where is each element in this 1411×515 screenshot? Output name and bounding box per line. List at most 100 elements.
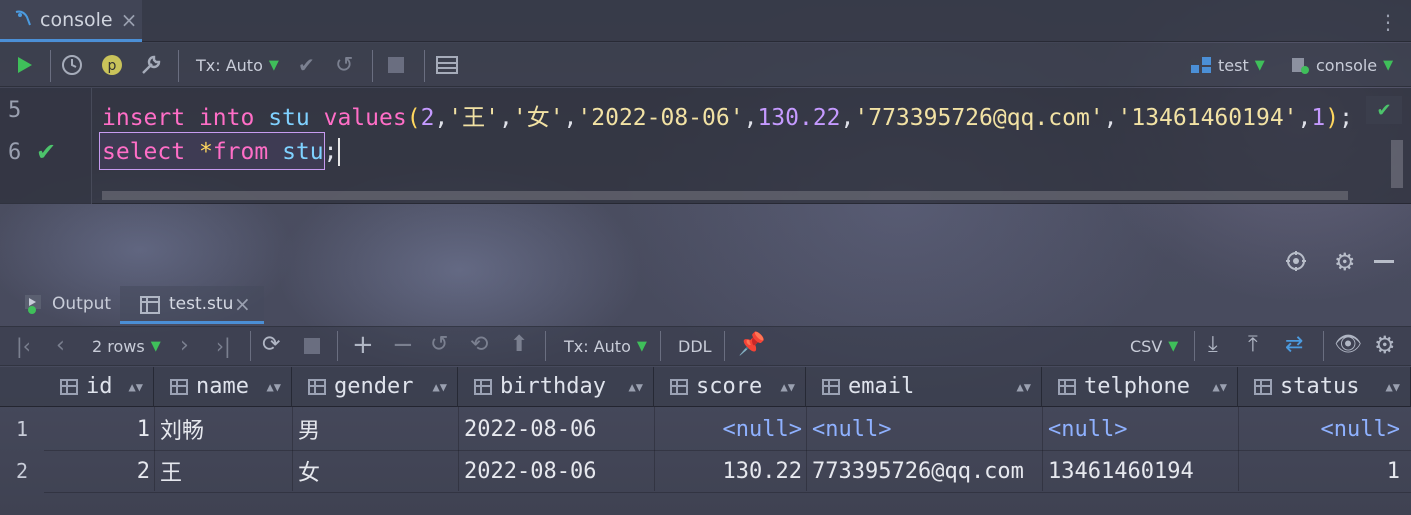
ddl-button[interactable]: DDL — [678, 337, 712, 356]
tab-close-icon[interactable]: × — [234, 292, 251, 316]
last-page-icon[interactable]: ›| — [216, 334, 231, 358]
cell-telphone[interactable]: <null> — [1048, 408, 1234, 450]
cell-name[interactable]: 刘畅 — [160, 408, 288, 450]
cell-birthday[interactable]: 2022-08-06 — [464, 450, 650, 492]
undo-icon: ↺ — [335, 52, 354, 78]
sort-icon[interactable]: ▲▼ — [129, 380, 143, 394]
stop-icon[interactable] — [304, 338, 320, 354]
grid-corner[interactable] — [0, 367, 44, 407]
row-count-dropdown[interactable]: 2 rows ▼ — [92, 337, 161, 356]
wrench-icon — [142, 55, 161, 74]
code-token: , — [563, 105, 578, 131]
submit-icon[interactable]: ⬆ — [510, 332, 528, 357]
tx-mode-dropdown[interactable]: Tx: Auto ▼ — [564, 337, 647, 356]
compare-icon[interactable]: ⇄ — [1285, 332, 1303, 357]
first-page-icon[interactable]: |‹ — [16, 334, 31, 358]
pin-icon[interactable]: 📌 — [738, 332, 765, 357]
session-dropdown[interactable]: console ▼ — [1290, 43, 1393, 87]
sort-icon[interactable]: ▲▼ — [1213, 380, 1227, 394]
cell-telphone[interactable]: 13461460194 — [1048, 450, 1234, 492]
datasource-dropdown[interactable]: test ▼ — [1190, 43, 1265, 87]
column-icon — [670, 378, 688, 395]
settings-button[interactable] — [140, 43, 162, 87]
tab-result-label: test.stu — [169, 294, 234, 314]
sort-icon[interactable]: ▲▼ — [629, 380, 643, 394]
gear-icon[interactable]: ⚙ — [1334, 248, 1356, 276]
cell-score[interactable]: <null> — [654, 408, 802, 450]
tab-console[interactable]: console × — [0, 0, 142, 42]
column-header-telphone[interactable]: telphone ▲▼ — [1042, 367, 1238, 407]
code-token: into — [198, 105, 255, 131]
cell-id[interactable]: 1 — [44, 408, 150, 450]
more-options-icon[interactable]: ⋮ — [1378, 10, 1398, 34]
tx-mode-label: Tx: Auto — [196, 55, 263, 75]
target-icon[interactable] — [1285, 250, 1307, 276]
toolbar-separator — [1323, 331, 1324, 361]
commit-button[interactable]: ✔ — [298, 43, 315, 87]
code-token: ; — [1339, 105, 1353, 131]
sort-icon[interactable]: ▲▼ — [781, 380, 795, 394]
cell-id[interactable]: 2 — [44, 450, 150, 492]
column-divider — [806, 407, 807, 491]
code-line-5[interactable]: insert into stu values(2,'王','女','2022-0… — [102, 98, 1353, 132]
execute-button[interactable] — [14, 43, 34, 87]
column-header-birthday[interactable]: birthday ▲▼ — [458, 367, 654, 407]
sort-icon[interactable]: ▲▼ — [1386, 380, 1400, 394]
stop-button[interactable] — [388, 43, 404, 87]
toolbar-separator — [178, 50, 179, 82]
code-token: stu — [282, 139, 324, 165]
cell-birthday[interactable]: 2022-08-06 — [464, 408, 650, 450]
column-header-gender[interactable]: gender ▲▼ — [292, 367, 458, 407]
code-token: ) — [1325, 105, 1340, 131]
download-icon[interactable]: ⤓ — [1208, 332, 1218, 357]
cell-name[interactable]: 王 — [160, 450, 288, 492]
column-title: birthday — [500, 374, 606, 399]
eye-icon[interactable]: 👁 — [1334, 332, 1362, 357]
tab-output[interactable]: Output — [52, 294, 111, 314]
cell-email[interactable]: <null> — [812, 408, 1038, 450]
column-header-email[interactable]: email ▲▼ — [806, 367, 1042, 407]
upload-icon[interactable]: ⤒ — [1248, 332, 1258, 357]
row-number[interactable]: 2 — [0, 450, 44, 492]
column-header-name[interactable]: name ▲▼ — [154, 367, 292, 407]
rollback-button[interactable]: ↺ — [335, 43, 353, 87]
refresh-icon[interactable]: ⟳ — [262, 332, 280, 357]
sort-icon[interactable]: ▲▼ — [433, 380, 447, 394]
add-row-icon[interactable]: + — [352, 330, 374, 360]
cell-score[interactable]: 130.22 — [654, 450, 802, 492]
gear-icon[interactable]: ⚙ — [1374, 331, 1396, 359]
sort-icon[interactable]: ▲▼ — [267, 380, 281, 394]
cell-gender[interactable]: 男 — [298, 408, 454, 450]
column-header-status[interactable]: status ▲▼ — [1238, 367, 1411, 407]
cell-gender[interactable]: 女 — [298, 450, 454, 492]
history-button[interactable] — [61, 43, 83, 87]
minimize-icon[interactable] — [1374, 260, 1394, 263]
prev-page-icon[interactable]: ‹ — [56, 333, 65, 358]
tab-close-icon[interactable]: × — [121, 8, 138, 32]
code-line-6[interactable]: select *from stu; — [102, 139, 337, 165]
cell-status[interactable]: 1 — [1238, 450, 1400, 492]
success-check-icon: ✔ — [36, 138, 57, 166]
line-number: 5 — [8, 98, 22, 123]
delete-row-icon[interactable]: − — [392, 330, 414, 360]
inspection-ok-icon[interactable]: ✔ — [1366, 96, 1402, 124]
revert-icon[interactable]: ↺ — [430, 332, 448, 357]
vertical-scrollbar[interactable] — [1391, 140, 1403, 188]
export-format-dropdown[interactable]: CSV ▼ — [1130, 337, 1178, 356]
column-header-score[interactable]: score ▲▼ — [654, 367, 806, 407]
cell-email[interactable]: 773395726@qq.com — [812, 450, 1038, 492]
results-view-button[interactable] — [436, 43, 458, 87]
tx-mode-dropdown[interactable]: Tx: Auto ▼ — [196, 43, 279, 87]
row-number[interactable]: 1 — [0, 408, 44, 450]
next-page-icon[interactable]: › — [180, 333, 189, 358]
chevron-down-icon: ▼ — [636, 339, 647, 354]
column-header-id[interactable]: id ▲▼ — [44, 367, 154, 407]
export-format-label: CSV — [1130, 337, 1163, 356]
code-token: '13461460194' — [1117, 105, 1298, 131]
profile-button[interactable]: p — [101, 43, 123, 87]
cell-status[interactable]: <null> — [1238, 408, 1400, 450]
horizontal-scrollbar[interactable] — [102, 191, 1348, 200]
sort-icon[interactable]: ▲▼ — [1017, 380, 1031, 394]
revert-all-icon[interactable]: ⟲ — [470, 332, 488, 357]
